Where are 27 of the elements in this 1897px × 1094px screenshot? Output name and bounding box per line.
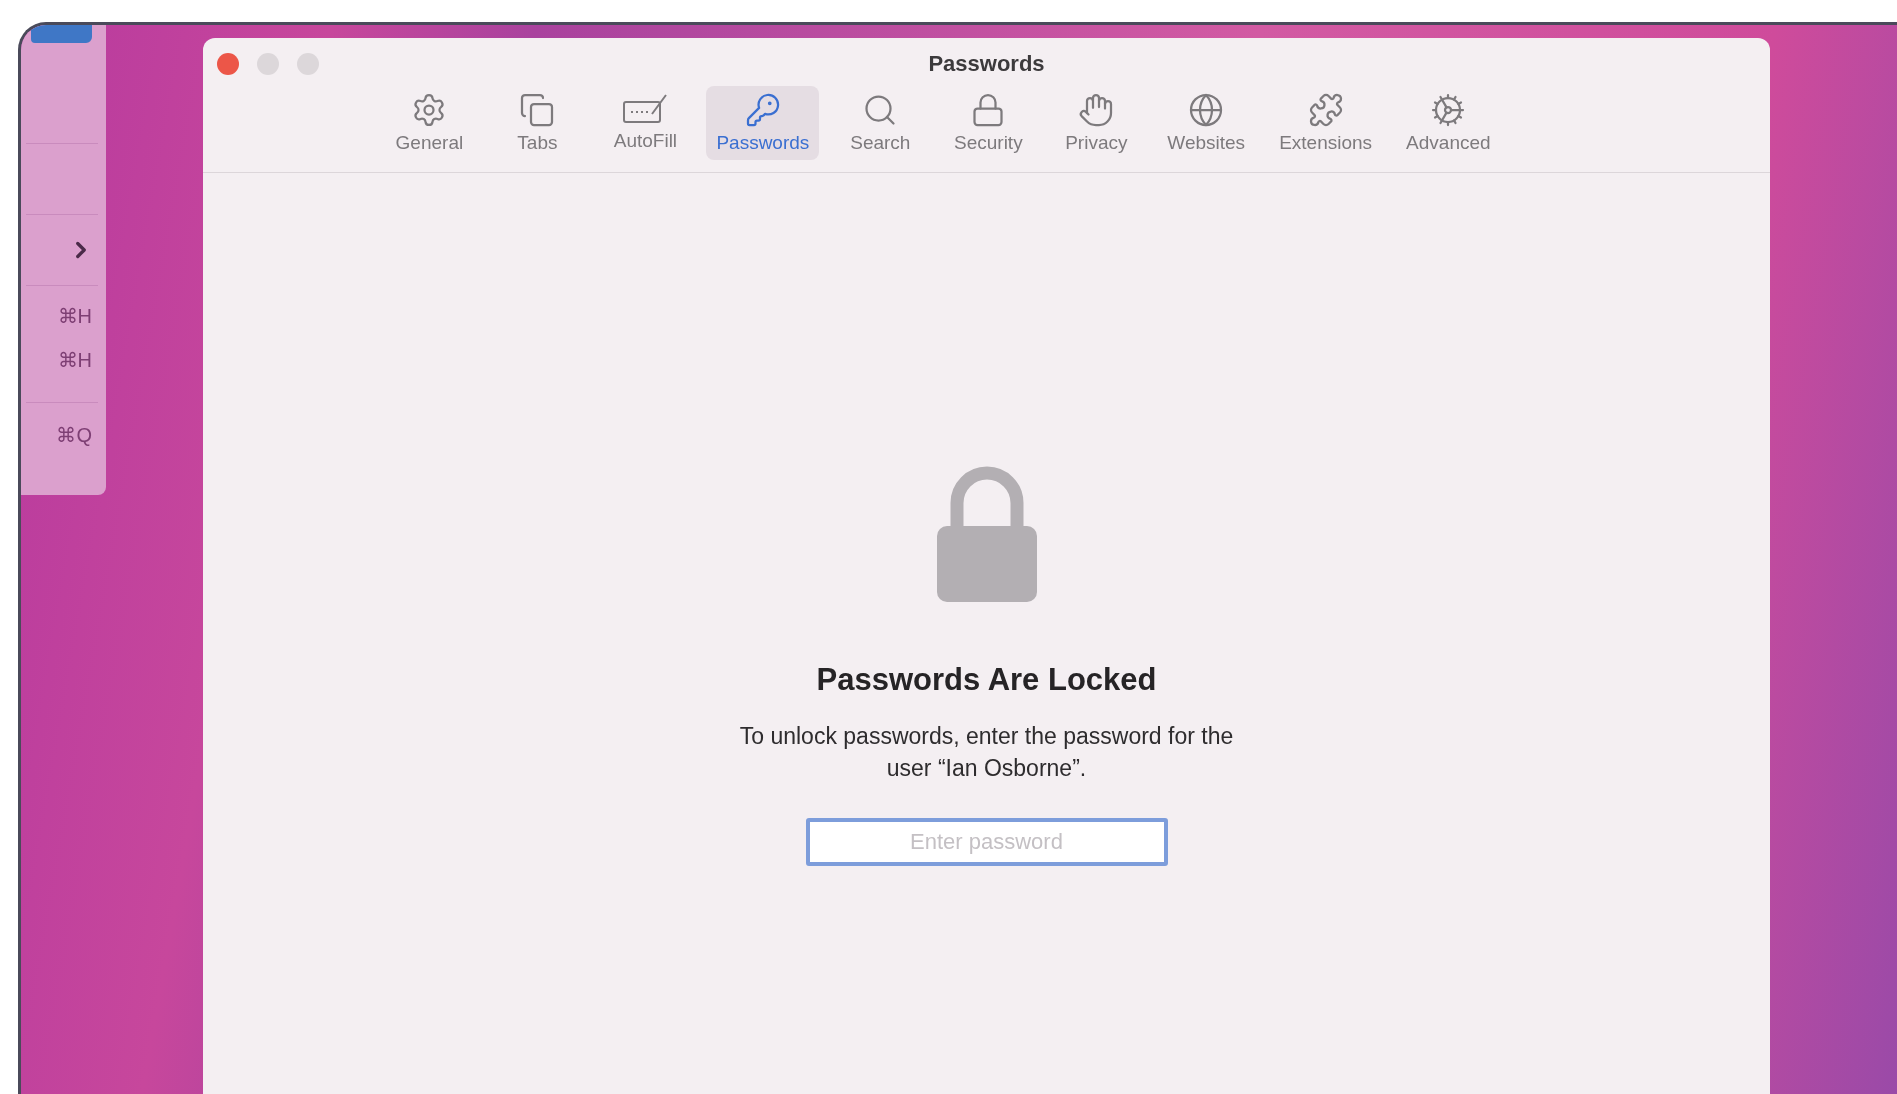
unlock-message: To unlock passwords, enter the password for the user “Ian Osborne”.: [738, 722, 1235, 783]
menu-shortcut[interactable]: ⌘H: [57, 338, 92, 382]
minimize-button[interactable]: [257, 53, 279, 75]
toolbar-tab[interactable]: Advanced: [1396, 86, 1501, 160]
card-pen-icon: [622, 92, 669, 126]
toolbar-tab[interactable]: Tabs: [490, 86, 585, 160]
toolbar-tab[interactable]: Extensions: [1269, 86, 1383, 160]
toolbar-tab[interactable]: Privacy: [1049, 86, 1144, 160]
window-title: Passwords: [927, 51, 1046, 77]
toolbar-tab[interactable]: Websites: [1157, 86, 1256, 160]
overlapping-squares-icon: [519, 92, 556, 128]
toolbar-tab[interactable]: Passwords: [706, 86, 820, 160]
toolbar-tab[interactable]: Security: [941, 86, 1036, 160]
globe-icon: [1188, 92, 1225, 128]
menu-shortcut[interactable]: ⌘H: [57, 294, 92, 338]
locked-heading: Passwords Are Locked: [816, 662, 1157, 698]
puzzle-icon: [1307, 92, 1344, 128]
hand-icon: [1078, 92, 1115, 128]
password-field[interactable]: Enter password: [805, 818, 1168, 866]
toolbar-tab[interactable]: General: [382, 86, 477, 160]
menu-shortcut[interactable]: ⌘Q: [56, 413, 92, 457]
menu-highlight: [31, 25, 92, 43]
key-icon: [744, 92, 781, 128]
close-button[interactable]: [217, 53, 239, 75]
zoom-button[interactable]: [297, 53, 319, 75]
toolbar-tab[interactable]: AutoFill: [598, 86, 693, 160]
toolbar-tab[interactable]: Search: [833, 86, 928, 160]
